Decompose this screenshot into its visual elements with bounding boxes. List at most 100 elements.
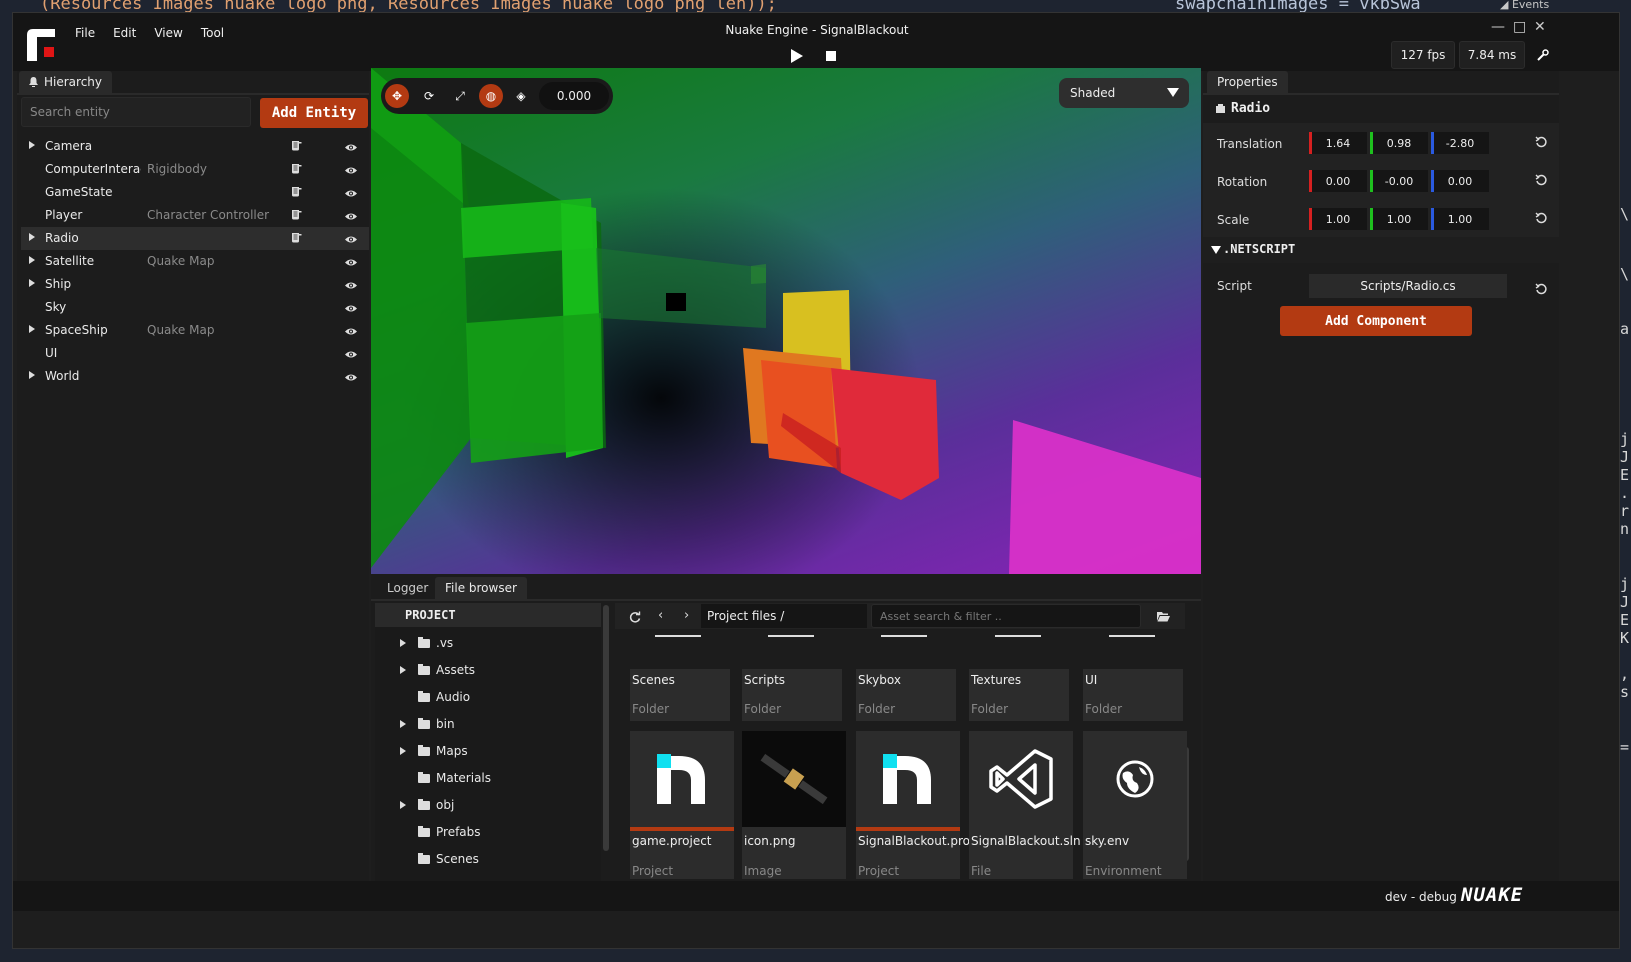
folder-card-textures[interactable]: Textures Folder xyxy=(969,669,1069,721)
tree-scrollbar[interactable] xyxy=(603,605,609,851)
scale-x-field[interactable]: 1.00 xyxy=(1309,208,1367,230)
entity-row-world[interactable]: World xyxy=(21,365,369,388)
maximize-button[interactable]: □ xyxy=(1513,19,1526,35)
tree-folder-scenes[interactable]: Scenes xyxy=(381,849,601,871)
add-entity-button[interactable]: Add Entity xyxy=(260,98,368,128)
entity-row-satellite[interactable]: Satellite Quake Map xyxy=(21,250,369,273)
visibility-eye-icon[interactable] xyxy=(345,256,357,266)
visibility-eye-icon[interactable] xyxy=(345,348,357,358)
tree-folder-materials[interactable]: Materials xyxy=(381,768,601,790)
scale-z-field[interactable]: 1.00 xyxy=(1431,208,1489,230)
asset-card-icon-png[interactable]: icon.png Image xyxy=(742,731,846,879)
reset-scale-icon[interactable] xyxy=(1535,212,1547,224)
entity-row-ui[interactable]: UI xyxy=(21,342,369,365)
tree-folder-maps[interactable]: Maps xyxy=(381,741,601,763)
translation-z-field[interactable]: -2.80 xyxy=(1431,132,1489,154)
shading-mode-select[interactable]: Shaded xyxy=(1059,78,1189,108)
minimize-button[interactable]: — xyxy=(1491,19,1505,35)
tab-hierarchy[interactable]: Hierarchy xyxy=(19,71,113,93)
snap-value-field[interactable]: 0.000 xyxy=(539,82,609,110)
snap-cube-icon[interactable]: ◈ xyxy=(509,84,533,108)
asset-card-game-project[interactable]: game.project Project xyxy=(630,731,734,879)
tab-properties[interactable]: Properties xyxy=(1207,71,1288,93)
visibility-eye-icon[interactable] xyxy=(345,164,357,174)
tree-folder-prefabs[interactable]: Prefabs xyxy=(381,822,601,844)
asset-card-sky-env[interactable]: sky.env Environment xyxy=(1083,731,1187,879)
entity-search-input[interactable]: Search entity xyxy=(21,97,251,127)
tree-folder-vs[interactable]: .vs xyxy=(381,633,601,655)
expand-arrow-icon[interactable] xyxy=(29,279,35,287)
visibility-eye-icon[interactable] xyxy=(345,210,357,220)
tab-logger[interactable]: Logger xyxy=(377,577,438,599)
entity-row-gamestate[interactable]: GameState xyxy=(21,181,369,204)
wrench-icon[interactable] xyxy=(1537,49,1549,61)
tree-folder-audio[interactable]: Audio xyxy=(381,687,601,709)
entity-row-ship[interactable]: Ship xyxy=(21,273,369,296)
reset-translation-icon[interactable] xyxy=(1535,136,1547,148)
reset-rotation-icon[interactable] xyxy=(1535,174,1547,186)
expand-arrow-icon[interactable] xyxy=(29,256,35,264)
script-path-field[interactable]: Scripts/Radio.cs xyxy=(1309,274,1507,298)
entity-row-radio[interactable]: Radio xyxy=(21,227,369,250)
expand-arrow-icon[interactable] xyxy=(29,371,35,379)
rotation-y-field[interactable]: -0.00 xyxy=(1370,170,1428,192)
back-arrow-icon[interactable]: ‹ xyxy=(658,608,663,623)
folder-card-ui[interactable]: UI Folder xyxy=(1083,669,1183,721)
scene-viewport[interactable]: ✥ ⟳ ⤢ ◍ ◈ 0.000 Shaded xyxy=(371,68,1201,574)
entity-row-sky[interactable]: Sky xyxy=(21,296,369,319)
folder-card-scripts[interactable]: Scripts Folder xyxy=(742,669,842,721)
translation-y-field[interactable]: 0.98 xyxy=(1370,132,1428,154)
folder-card-scenes[interactable]: Scenes Folder xyxy=(630,669,730,721)
project-header[interactable]: PROJECT xyxy=(375,603,601,627)
tab-file-browser[interactable]: File browser xyxy=(435,577,527,599)
path-root[interactable]: Project files xyxy=(707,609,776,623)
asset-card-signalblackout-project[interactable]: SignalBlackout.project Project xyxy=(856,731,992,879)
refresh-icon[interactable] xyxy=(629,611,641,623)
visibility-eye-icon[interactable] xyxy=(345,233,357,243)
asset-search-input[interactable]: Asset search & filter .. xyxy=(871,604,1141,628)
rotate-gizmo-icon[interactable]: ⟳ xyxy=(417,84,441,108)
visibility-eye-icon[interactable] xyxy=(345,279,357,289)
expand-arrow-icon[interactable] xyxy=(29,233,35,241)
tree-folder-obj[interactable]: obj xyxy=(381,795,601,817)
asset-card-signalblackout-sln[interactable]: SignalBlackout.sln File xyxy=(969,731,1081,879)
open-folder-icon[interactable] xyxy=(1157,611,1170,622)
visibility-eye-icon[interactable] xyxy=(345,141,357,151)
entity-row-camera[interactable]: Camera xyxy=(21,135,369,158)
rotation-z-field[interactable]: 0.00 xyxy=(1431,170,1489,192)
scale-y-field[interactable]: 1.00 xyxy=(1370,208,1428,230)
visibility-eye-icon[interactable] xyxy=(345,187,357,197)
add-component-button[interactable]: Add Component xyxy=(1280,306,1472,336)
stop-icon[interactable] xyxy=(826,51,836,61)
visibility-eye-icon[interactable] xyxy=(345,325,357,335)
expand-arrow-icon[interactable] xyxy=(400,720,406,728)
world-space-icon[interactable]: ◍ xyxy=(479,84,503,108)
entity-component: Rigidbody xyxy=(147,162,207,176)
expand-arrow-icon[interactable] xyxy=(29,325,35,333)
tree-folder-assets[interactable]: Assets xyxy=(381,660,601,682)
visibility-eye-icon[interactable] xyxy=(345,302,357,312)
rotation-x-field[interactable]: 0.00 xyxy=(1309,170,1367,192)
reset-script-icon[interactable] xyxy=(1535,283,1547,295)
expand-arrow-icon[interactable] xyxy=(400,639,406,647)
close-button[interactable]: ✕ xyxy=(1534,19,1546,35)
satellite-image xyxy=(742,731,846,827)
path-breadcrumb[interactable]: Project files / xyxy=(701,604,867,628)
scale-gizmo-icon[interactable]: ⤢ xyxy=(448,84,472,108)
translation-x-field[interactable]: 1.64 xyxy=(1309,132,1367,154)
entity-row-player[interactable]: Player Character Controller xyxy=(21,204,369,227)
entity-row-computerinteraction[interactable]: ComputerInteraction Rigidbody xyxy=(21,158,369,181)
folder-card-skybox[interactable]: Skybox Folder xyxy=(856,669,956,721)
play-icon[interactable] xyxy=(791,49,803,63)
expand-arrow-icon[interactable] xyxy=(400,747,406,755)
tree-folder-bin[interactable]: bin xyxy=(381,714,601,736)
entity-row-spaceship[interactable]: SpaceShip Quake Map xyxy=(21,319,369,342)
expand-arrow-icon[interactable] xyxy=(400,801,406,809)
visibility-eye-icon[interactable] xyxy=(345,371,357,381)
netscript-header[interactable]: .NETSCRIPT xyxy=(1203,237,1559,263)
expand-arrow-icon[interactable] xyxy=(29,141,35,149)
expand-arrow-icon[interactable] xyxy=(400,666,406,674)
move-gizmo-icon[interactable]: ✥ xyxy=(385,84,409,108)
folder-card-type: Folder xyxy=(858,702,896,716)
forward-arrow-icon[interactable]: › xyxy=(684,608,689,623)
